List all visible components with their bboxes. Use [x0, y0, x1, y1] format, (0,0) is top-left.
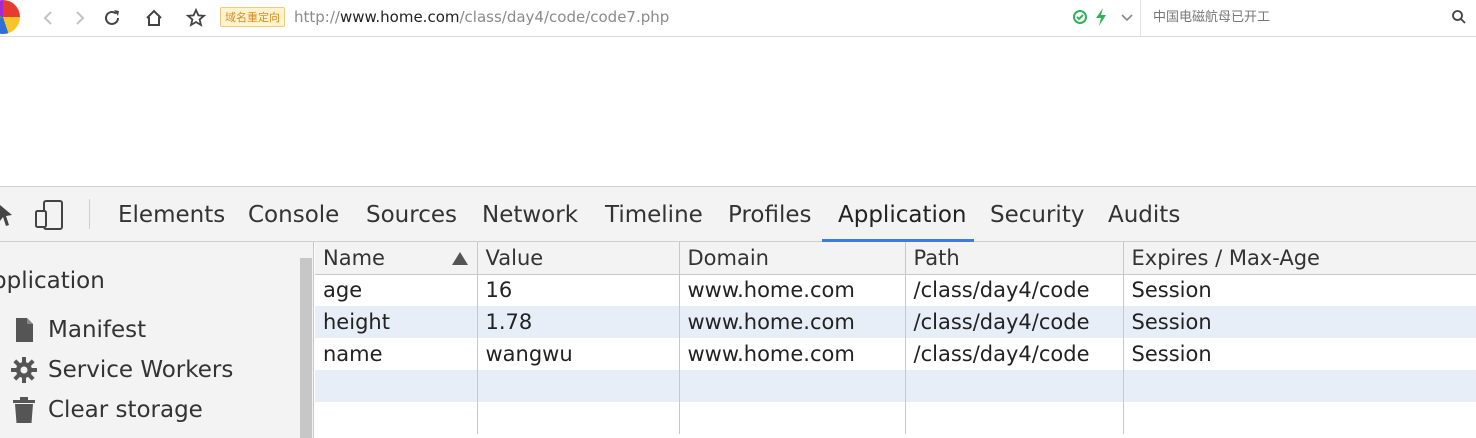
column-header-domain[interactable]: Domain: [679, 242, 906, 275]
empty-row: [315, 402, 1476, 434]
chevron-left-icon: [43, 11, 52, 25]
sidebar-item-service-workers[interactable]: Service Workers: [10, 354, 300, 386]
cell-domain: www.home.com: [679, 274, 906, 306]
cell-domain: www.home.com: [679, 338, 906, 370]
reload-button[interactable]: [100, 6, 124, 30]
devtools-tabbar: Elements Console Sources Network Timelin…: [0, 186, 1476, 242]
tab-security[interactable]: Security: [974, 187, 1100, 241]
sidebar-item-label: Clear storage: [48, 397, 203, 423]
cell-path: /class/day4/code: [905, 306, 1124, 338]
star-icon: [186, 8, 206, 27]
sidebar-scrollbar[interactable]: [300, 258, 312, 438]
search-box[interactable]: 中国电磁航母已开工: [1140, 0, 1476, 36]
sidebar-item-label: Service Workers: [48, 357, 234, 383]
bookmark-button[interactable]: [184, 6, 208, 30]
sidebar-section-title: pplication: [0, 268, 105, 294]
address-bar[interactable]: http://www.home.com/class/day4/code/code…: [294, 7, 669, 27]
sidebar-item-manifest[interactable]: Manifest: [10, 314, 300, 346]
tab-audits[interactable]: Audits: [1092, 187, 1196, 241]
column-header-value[interactable]: Value: [477, 242, 680, 275]
gear-icon: [10, 357, 38, 383]
cell-value: wangwu: [477, 338, 680, 370]
cell-name: age: [315, 274, 478, 306]
application-sidebar: pplication Manifest Service Workers Clea…: [0, 242, 314, 438]
url-host: www.home.com: [339, 8, 460, 26]
url-path: /class/day4/code/code7.php: [459, 8, 670, 26]
tab-profiles[interactable]: Profiles: [712, 187, 828, 241]
cell-expires: Session: [1123, 338, 1476, 370]
cell-value: 16: [477, 274, 680, 306]
tab-application[interactable]: Application: [822, 187, 974, 242]
table-header-row: Name Value Domain Path Expires / Max-Age: [315, 242, 1476, 275]
sidebar-item-label: Manifest: [48, 317, 147, 343]
sidebar-item-clear-storage[interactable]: Clear storage: [10, 394, 300, 426]
forward-button[interactable]: [68, 6, 92, 30]
cell-expires: Session: [1123, 274, 1476, 306]
tab-timeline[interactable]: Timeline: [589, 187, 719, 241]
home-button[interactable]: [142, 6, 166, 30]
cell-name: height: [315, 306, 478, 338]
cell-expires: Session: [1123, 306, 1476, 338]
empty-row: [315, 370, 1476, 402]
page-viewport: [0, 37, 1476, 186]
device-toolbar-icon[interactable]: [34, 199, 66, 231]
security-check-icon[interactable]: [1072, 9, 1088, 25]
search-input[interactable]: 中国电磁航母已开工: [1153, 8, 1270, 28]
redirect-badge[interactable]: 域名重定向: [220, 7, 285, 27]
table-row[interactable]: name wangwu www.home.com /class/day4/cod…: [315, 338, 1476, 370]
search-icon[interactable]: [1451, 9, 1467, 25]
lightning-icon[interactable]: [1094, 8, 1108, 26]
reload-icon: [105, 10, 119, 25]
back-button[interactable]: [36, 6, 60, 30]
file-icon: [10, 317, 38, 343]
cell-path: /class/day4/code: [905, 338, 1124, 370]
table-row[interactable]: height 1.78 www.home.com /class/day4/cod…: [315, 306, 1476, 338]
home-icon: [146, 9, 162, 26]
inspect-element-icon[interactable]: [0, 201, 14, 229]
tab-console[interactable]: Console: [232, 187, 355, 241]
tab-sources[interactable]: Sources: [350, 187, 473, 241]
chevron-right-icon: [76, 11, 85, 25]
cell-path: /class/day4/code: [905, 274, 1124, 306]
table-row[interactable]: age 16 www.home.com /class/day4/code Ses…: [315, 274, 1476, 306]
cell-value: 1.78: [477, 306, 680, 338]
trash-icon: [10, 397, 38, 423]
chevron-down-icon[interactable]: [1120, 11, 1134, 25]
column-header-name[interactable]: Name: [315, 242, 478, 275]
tab-network[interactable]: Network: [466, 187, 594, 241]
browser-toolbar: 域名重定向 http://www.home.com/class/day4/cod…: [0, 0, 1476, 37]
cookie-table: Name Value Domain Path Expires / Max-Age…: [315, 242, 1476, 438]
browser-logo-icon: [0, 0, 20, 34]
column-header-expires[interactable]: Expires / Max-Age: [1123, 242, 1476, 275]
sort-ascending-icon: [451, 252, 468, 265]
tabbar-divider: [89, 199, 90, 229]
tab-elements[interactable]: Elements: [102, 187, 241, 241]
column-header-path[interactable]: Path: [905, 242, 1124, 275]
url-scheme: http://: [294, 8, 340, 26]
cell-domain: www.home.com: [679, 306, 906, 338]
cell-name: name: [315, 338, 478, 370]
